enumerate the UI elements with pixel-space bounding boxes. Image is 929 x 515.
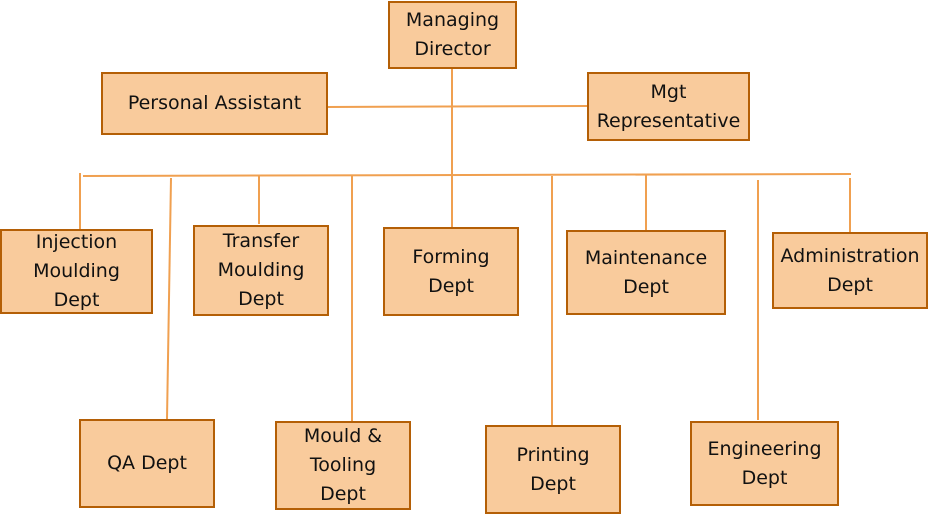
connector-staff-bar: [326, 105, 589, 108]
node-maintenance-dept: Maintenance Dept: [566, 230, 726, 315]
node-mgt-representative: Mgt Representative: [587, 72, 750, 141]
node-administration-dept: Administration Dept: [772, 232, 928, 309]
node-injection-moulding-dept: Injection Moulding Dept: [0, 229, 153, 314]
node-printing-dept: Printing Dept: [485, 425, 621, 514]
node-qa-dept: QA Dept: [79, 419, 215, 508]
node-mould-tooling-dept: Mould & Tooling Dept: [275, 421, 411, 510]
node-personal-assistant: Personal Assistant: [101, 72, 328, 135]
node-transfer-moulding-dept: Transfer Moulding Dept: [193, 225, 329, 316]
node-managing-director: Managing Director: [388, 1, 517, 69]
connector-dept-bar: [82, 173, 852, 177]
node-engineering-dept: Engineering Dept: [690, 421, 839, 506]
connector-qa: [166, 177, 172, 420]
node-forming-dept: Forming Dept: [383, 227, 519, 316]
